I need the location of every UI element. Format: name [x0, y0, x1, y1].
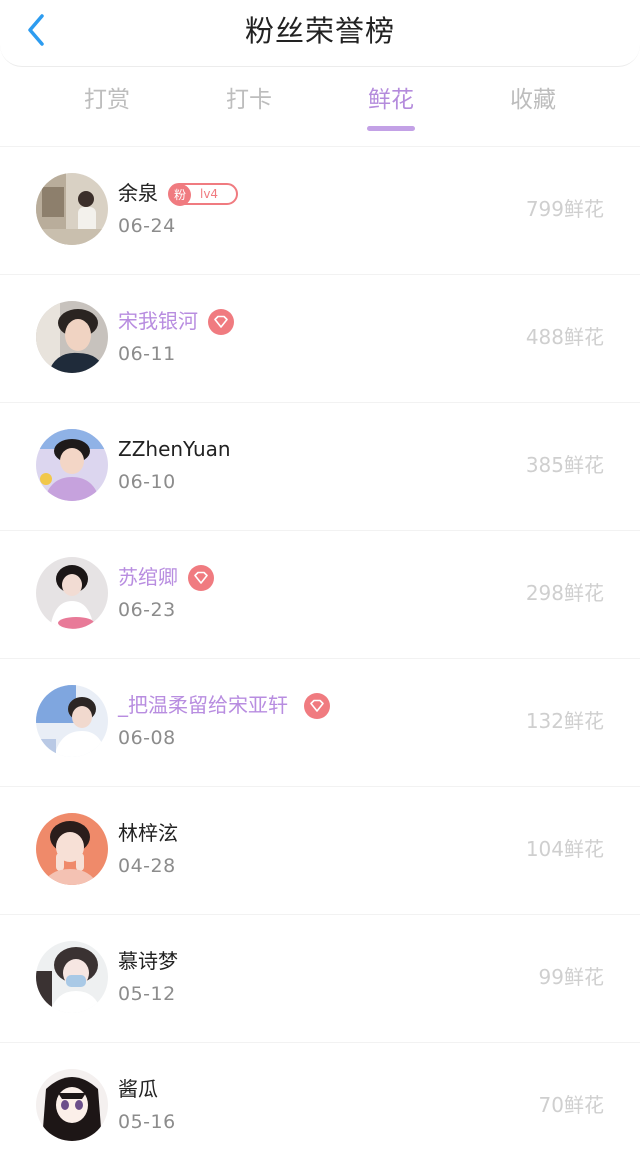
fan-date: 05-16: [118, 1111, 176, 1133]
fan-name: _把温柔留给宋亚轩: [118, 693, 288, 717]
list-item[interactable]: 林梓泫 04-28 104鲜花: [0, 786, 640, 915]
active-tab-indicator: [367, 126, 415, 131]
avatar[interactable]: [36, 685, 108, 757]
fan-date: 06-10: [118, 471, 176, 493]
fan-date: 06-08: [118, 727, 176, 749]
list-item[interactable]: 苏绾卿 06-23 298鲜花: [0, 530, 640, 659]
page-title: 粉丝荣誉榜: [244, 14, 395, 48]
fan-name: 余泉: [118, 181, 158, 205]
fan-name: 林梓泫: [118, 821, 178, 845]
fan-name: 慕诗梦: [118, 949, 178, 973]
fan-name: 苏绾卿: [118, 565, 178, 589]
list-item[interactable]: 酱瓜 05-16 70鲜花: [0, 1042, 640, 1171]
tab-tips[interactable]: 打赏: [47, 78, 167, 122]
flower-count: 385鲜花: [525, 453, 604, 477]
flower-count: 132鲜花: [525, 709, 604, 733]
flower-count: 799鲜花: [525, 197, 604, 221]
flower-count: 488鲜花: [525, 325, 604, 349]
tab-checkin[interactable]: 打卡: [189, 78, 309, 122]
fan-name: ZZhenYuan: [118, 437, 231, 461]
fan-date: 05-12: [118, 983, 176, 1005]
flower-count: 104鲜花: [525, 837, 604, 861]
fan-name: 宋我银河: [118, 309, 198, 333]
tab-flowers[interactable]: 鲜花: [331, 78, 451, 131]
fan-badge-icon: 粉: [169, 184, 191, 206]
flower-count: 298鲜花: [525, 581, 604, 605]
list-item[interactable]: ZZhenYuan 06-10 385鲜花: [0, 402, 640, 531]
tab-favorites[interactable]: 收藏: [473, 78, 593, 122]
list-item[interactable]: 宋我银河 06-11 488鲜花: [0, 274, 640, 403]
avatar[interactable]: [36, 173, 108, 245]
fan-date: 06-23: [118, 599, 176, 621]
avatar[interactable]: [36, 941, 108, 1013]
fan-level-badge: 粉 lv4: [168, 183, 238, 206]
diamond-icon: [304, 693, 330, 719]
flower-count: 99鲜花: [538, 965, 604, 989]
tab-bar: 打赏 打卡 鲜花 收藏: [0, 78, 640, 134]
diamond-icon: [208, 309, 234, 335]
avatar[interactable]: [36, 1069, 108, 1141]
top-bar: 粉丝荣誉榜: [0, 0, 640, 67]
tab-flowers-label: 鲜花: [368, 87, 414, 113]
fan-date: 06-11: [118, 343, 176, 365]
fan-date: 06-24: [118, 215, 176, 237]
avatar[interactable]: [36, 301, 108, 373]
flower-count: 70鲜花: [538, 1093, 604, 1117]
diamond-icon: [188, 565, 214, 591]
avatar[interactable]: [36, 429, 108, 501]
fan-name: 酱瓜: [118, 1077, 158, 1101]
list-item[interactable]: 慕诗梦 05-12 99鲜花: [0, 914, 640, 1043]
list-item[interactable]: 余泉 粉 lv4 06-24 799鲜花: [0, 146, 640, 275]
fan-level-text: lv4: [200, 187, 219, 201]
fan-date: 04-28: [118, 855, 176, 877]
list-item[interactable]: _把温柔留给宋亚轩 06-08 132鲜花: [0, 658, 640, 787]
avatar[interactable]: [36, 557, 108, 629]
avatar[interactable]: [36, 813, 108, 885]
